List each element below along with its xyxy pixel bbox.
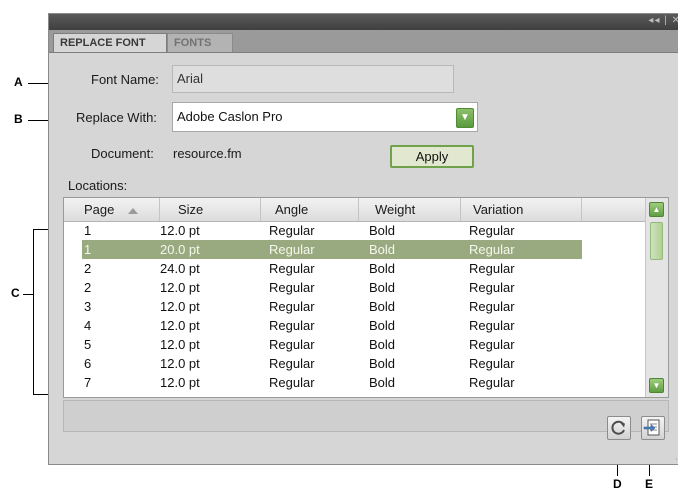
cell-variation: Regular <box>469 299 515 314</box>
chevron-down-icon[interactable]: ▼ <box>456 108 474 128</box>
document-label: Document: <box>91 146 154 161</box>
cell-size: 12.0 pt <box>160 223 200 238</box>
cell-weight: Bold <box>369 375 396 390</box>
cell-variation: Regular <box>469 223 515 238</box>
table-row[interactable]: 1 12.0 pt Regular Bold Regular <box>64 221 648 240</box>
cell-size: 24.0 pt <box>160 261 200 276</box>
cell-weight: Bold <box>369 261 396 276</box>
cell-variation: Regular <box>469 337 515 352</box>
locations-label: Locations: <box>68 178 128 193</box>
callout-c-tick <box>23 294 33 295</box>
cell-variation: Regular <box>469 375 515 390</box>
cell-size: 20.0 pt <box>160 242 200 257</box>
cell-angle: Regular <box>269 356 315 371</box>
cell-variation: Regular <box>469 261 515 276</box>
cell-page: 1 <box>84 223 92 238</box>
panel-footer <box>63 400 669 432</box>
cell-weight: Bold <box>369 299 396 314</box>
replace-with-label: Replace With: <box>76 110 157 125</box>
table-body: 1 12.0 pt Regular Bold Regular 1 20.0 pt Regula… <box>64 221 648 392</box>
cell-page: 1 <box>84 242 92 257</box>
scroll-down-icon[interactable]: ▼ <box>649 378 664 393</box>
cell-angle: Regular <box>269 242 315 257</box>
cell-weight: Bold <box>369 223 396 238</box>
tab-strip: REPLACE FONT FONTS <box>49 30 678 53</box>
cell-size: 12.0 pt <box>160 299 200 314</box>
table-row[interactable]: 2 12.0 pt Regular Bold Regular <box>64 278 648 297</box>
document-value: resource.fm <box>173 146 242 161</box>
cell-page: 5 <box>84 337 92 352</box>
locations-table: Page Size Angle Weight Variation 1 12.0 p… <box>63 197 669 398</box>
cell-angle: Regular <box>269 223 315 238</box>
scroll-up-icon[interactable]: ▲ <box>649 202 664 217</box>
replace-with-value: Adobe Caslon Pro <box>177 109 283 124</box>
callout-c-bracket-bottom <box>33 394 49 395</box>
callout-a: A <box>14 75 23 89</box>
callout-c-bracket-top <box>33 229 49 230</box>
callout-e: E <box>645 477 654 491</box>
column-header-angle[interactable]: Angle <box>261 198 359 221</box>
column-header-weight[interactable]: Weight <box>359 198 461 221</box>
cell-variation: Regular <box>469 280 515 295</box>
table-row[interactable]: 2 24.0 pt Regular Bold Regular <box>64 259 648 278</box>
column-header-page[interactable]: Page <box>64 198 160 221</box>
cell-page: 7 <box>84 375 92 390</box>
column-header-page-label: Page <box>84 202 115 217</box>
panel-titlebar[interactable]: ◂◂ | ✕ <box>49 14 678 30</box>
cell-weight: Bold <box>369 318 396 333</box>
table-row[interactable]: 5 12.0 pt Regular Bold Regular <box>64 335 648 354</box>
callout-b: B <box>14 112 23 126</box>
go-to-source-icon <box>643 419 660 436</box>
refresh-button[interactable] <box>607 416 631 440</box>
table-row[interactable]: 7 12.0 pt Regular Bold Regular <box>64 373 648 392</box>
cell-page: 6 <box>84 356 92 371</box>
panel-controls-icon[interactable]: ◂◂ | ✕ <box>648 15 678 26</box>
tab-replace-font[interactable]: REPLACE FONT <box>53 33 167 52</box>
cell-size: 12.0 pt <box>160 356 200 371</box>
cell-angle: Regular <box>269 375 315 390</box>
cell-page: 3 <box>84 299 92 314</box>
cell-page: 2 <box>84 261 92 276</box>
table-header: Page Size Angle Weight Variation <box>64 198 648 222</box>
refresh-icon <box>611 420 625 435</box>
tab-fonts[interactable]: FONTS <box>167 33 233 52</box>
callout-c: C <box>11 286 20 300</box>
cell-weight: Bold <box>369 242 396 257</box>
font-name-label: Font Name: <box>91 72 159 87</box>
cell-size: 12.0 pt <box>160 375 200 390</box>
cell-weight: Bold <box>369 356 396 371</box>
column-header-variation[interactable]: Variation <box>461 198 582 221</box>
cell-page: 4 <box>84 318 92 333</box>
cell-size: 12.0 pt <box>160 280 200 295</box>
cell-weight: Bold <box>369 337 396 352</box>
cell-angle: Regular <box>269 318 315 333</box>
cell-page: 2 <box>84 280 92 295</box>
cell-angle: Regular <box>269 299 315 314</box>
cell-variation: Regular <box>469 356 515 371</box>
cell-size: 12.0 pt <box>160 337 200 352</box>
apply-button[interactable]: Apply <box>390 145 474 168</box>
cell-variation: Regular <box>469 242 515 257</box>
scroll-thumb[interactable] <box>650 222 663 260</box>
cell-angle: Regular <box>269 261 315 276</box>
replace-with-select[interactable]: Adobe Caslon Pro ▼ <box>172 102 478 132</box>
go-to-source-button[interactable] <box>641 416 665 440</box>
cell-weight: Bold <box>369 280 396 295</box>
table-row[interactable]: 4 12.0 pt Regular Bold Regular <box>64 316 648 335</box>
callout-d: D <box>613 477 622 491</box>
cell-angle: Regular <box>269 337 315 352</box>
table-row-selected[interactable]: 1 20.0 pt Regular Bold Regular <box>82 240 582 259</box>
font-name-field: Arial <box>172 65 454 93</box>
callout-c-bracket-v <box>33 229 34 395</box>
table-row[interactable]: 6 12.0 pt Regular Bold Regular <box>64 354 648 373</box>
cell-size: 12.0 pt <box>160 318 200 333</box>
column-header-size[interactable]: Size <box>160 198 261 221</box>
table-row[interactable]: 3 12.0 pt Regular Bold Regular <box>64 297 648 316</box>
replace-font-panel: ◂◂ | ✕ REPLACE FONT FONTS Font Name: Ari… <box>48 13 678 465</box>
cell-angle: Regular <box>269 280 315 295</box>
cell-variation: Regular <box>469 318 515 333</box>
table-scrollbar[interactable]: ▲ ▼ <box>645 198 668 397</box>
sort-ascending-icon <box>128 207 138 214</box>
